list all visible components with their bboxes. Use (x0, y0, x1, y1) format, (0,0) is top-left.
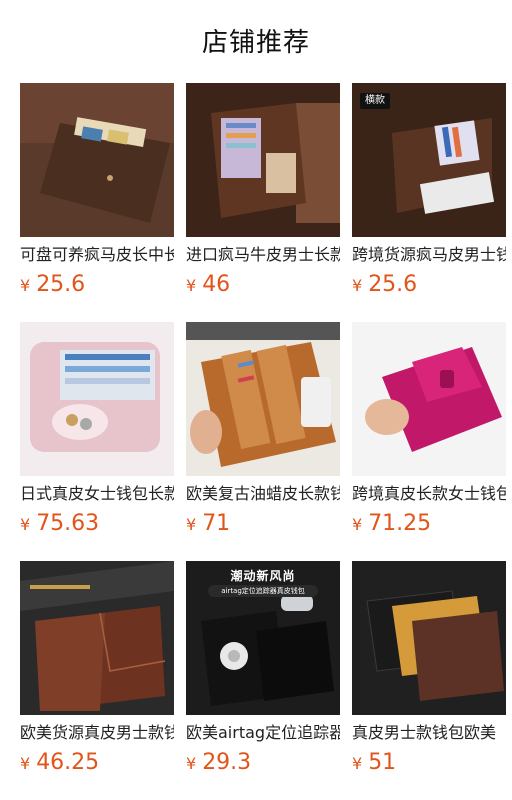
promo-subtitle: airtag定位追踪器真皮钱包 (208, 585, 318, 597)
currency-symbol: ¥ (352, 515, 363, 534)
product-card[interactable]: 潮动新风尚 airtag定位追踪器真皮钱包 欧美airtag定位追踪器钱包 ¥2… (186, 561, 340, 789)
product-price: ¥71.25 (352, 510, 431, 538)
product-price: ¥46 (186, 271, 230, 299)
product-card[interactable]: 进口疯马牛皮男士长款钱包 ¥46 (186, 83, 340, 311)
product-card[interactable]: 可盘可养疯马皮长中长款男士钱包 ¥25.6 (20, 83, 174, 311)
currency-symbol: ¥ (352, 276, 363, 295)
promo-title: 潮动新风尚 (230, 569, 296, 583)
product-price: ¥71 (186, 510, 230, 538)
product-image[interactable]: 潮动新风尚 airtag定位追踪器真皮钱包 (186, 561, 340, 715)
product-price: ¥51 (352, 749, 396, 777)
price-value: 71 (202, 511, 231, 536)
currency-symbol: ¥ (20, 515, 31, 534)
product-image[interactable]: 横款 (352, 83, 506, 237)
product-price: ¥25.6 (352, 271, 417, 299)
product-name[interactable]: 欧美airtag定位追踪器钱包 (186, 721, 340, 745)
product-name[interactable]: 可盘可养疯马皮长中长款男士钱包 (20, 243, 174, 267)
product-card[interactable]: 真皮男士款钱包欧美 ¥51 (352, 561, 506, 789)
page-title: 店铺推荐 (201, 28, 310, 58)
currency-symbol: ¥ (186, 276, 197, 295)
product-image[interactable] (20, 83, 174, 237)
price-value: 29.3 (202, 750, 252, 775)
product-image[interactable] (352, 561, 506, 715)
product-price: ¥46.25 (20, 749, 99, 777)
product-name[interactable]: 日式真皮女士钱包长款 (20, 482, 174, 506)
currency-symbol: ¥ (20, 276, 31, 295)
product-name[interactable]: 跨境货源疯马皮男士钱包 (352, 243, 506, 267)
product-price: ¥25.6 (20, 271, 85, 299)
product-image[interactable] (352, 322, 506, 476)
product-name[interactable]: 欧美货源真皮男士款钱包 (20, 721, 174, 745)
product-image[interactable] (20, 561, 174, 715)
currency-symbol: ¥ (20, 754, 31, 773)
product-card[interactable]: 欧美货源真皮男士款钱包 ¥46.25 (20, 561, 174, 789)
product-tag: 横款 (360, 93, 390, 109)
product-name[interactable]: 真皮男士款钱包欧美 (352, 721, 506, 745)
product-name[interactable]: 欧美复古油蜡皮长款钱包 (186, 482, 340, 506)
price-value: 25.6 (368, 272, 418, 297)
price-value: 51 (368, 750, 397, 775)
product-price: ¥29.3 (186, 749, 251, 777)
product-card[interactable]: 跨境真皮长款女士钱包 ¥71.25 (352, 322, 506, 550)
product-card[interactable]: 横款 跨境货源疯马皮男士钱包 ¥25.6 (352, 83, 506, 311)
currency-symbol: ¥ (186, 515, 197, 534)
product-price: ¥75.63 (20, 510, 99, 538)
product-image[interactable] (20, 322, 174, 476)
price-value: 46.25 (36, 750, 100, 775)
currency-symbol: ¥ (352, 754, 363, 773)
product-card[interactable]: 欧美复古油蜡皮长款钱包 ¥71 (186, 322, 340, 550)
price-value: 71.25 (368, 511, 432, 536)
product-image[interactable] (186, 83, 340, 237)
product-card[interactable]: 日式真皮女士钱包长款 ¥75.63 (20, 322, 174, 550)
currency-symbol: ¥ (186, 754, 197, 773)
price-value: 46 (202, 272, 231, 297)
product-image[interactable] (186, 322, 340, 476)
price-value: 75.63 (36, 511, 100, 536)
product-name[interactable]: 进口疯马牛皮男士长款钱包 (186, 243, 340, 267)
price-value: 25.6 (36, 272, 86, 297)
product-name[interactable]: 跨境真皮长款女士钱包 (352, 482, 506, 506)
